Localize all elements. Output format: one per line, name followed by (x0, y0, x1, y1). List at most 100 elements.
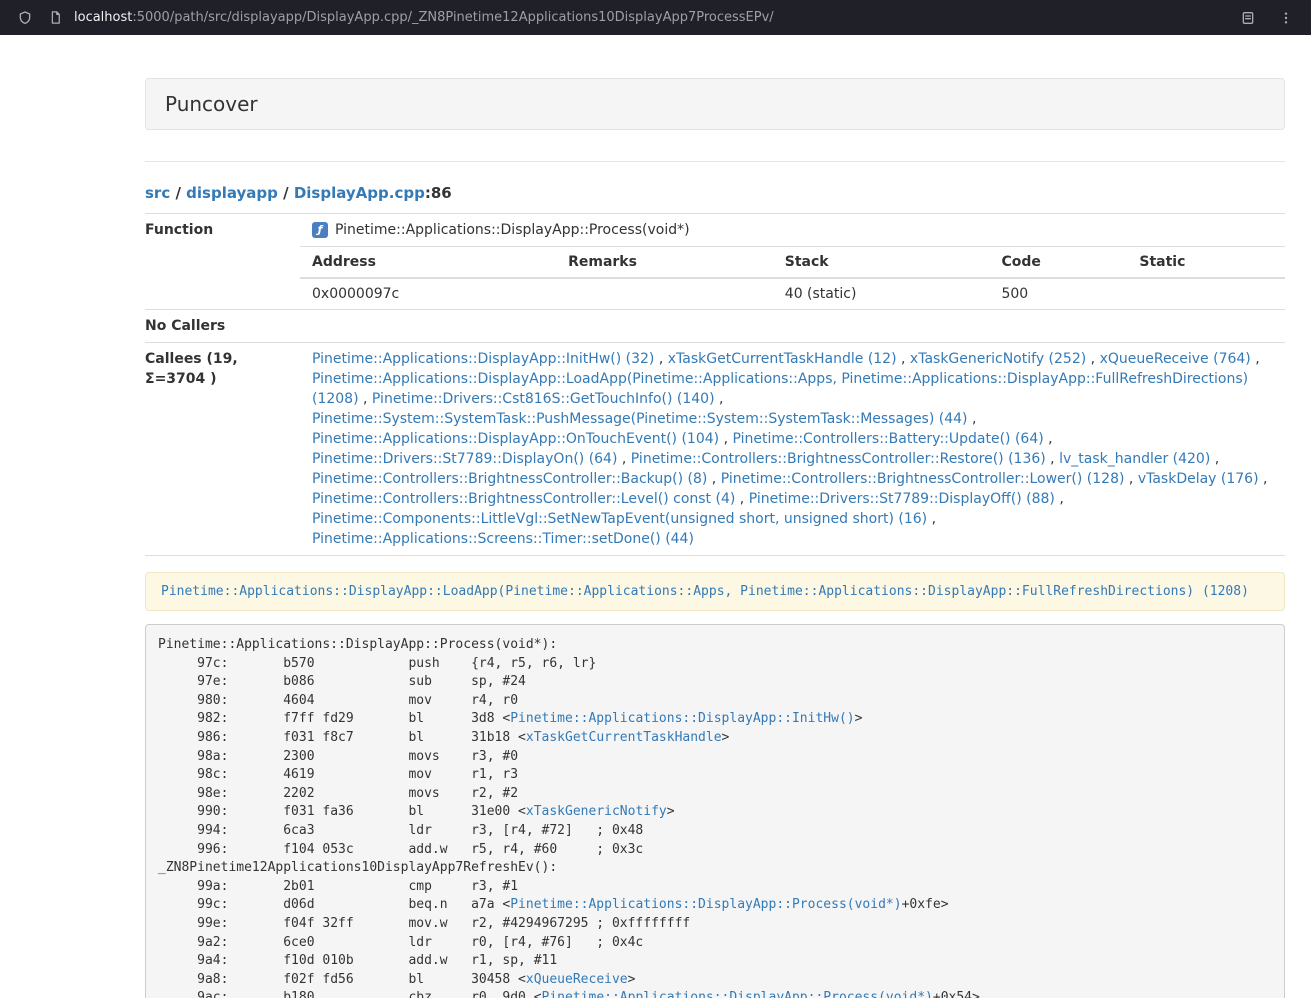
remarks-value (556, 278, 773, 309)
disasm-symbol-link[interactable]: xTaskGetCurrentTaskHandle (526, 730, 722, 745)
callee-link[interactable]: Pinetime::Components::LittleVgl::SetNewT… (312, 511, 927, 527)
callee-separator: , (1210, 451, 1219, 467)
toolbar-right-icons (1221, 7, 1297, 29)
no-callers-label: No Callers (145, 310, 300, 343)
disasm-line: 9a2: 6ce0 ldr r0, [r4, #76] ; 0x4c (158, 934, 1272, 953)
code-value: 500 (989, 278, 1127, 309)
column-address: Address (300, 247, 556, 278)
url-bar[interactable]: localhost:5000/path/src/displayapp/Displ… (74, 10, 1221, 25)
disasm-symbol-link[interactable]: Pinetime::Applications::DisplayApp::Proc… (542, 990, 933, 998)
callee-link[interactable]: lv_task_handler (420) (1059, 451, 1210, 467)
disasm-line: 982: f7ff fd29 bl 3d8 <Pinetime::Applica… (158, 710, 1272, 729)
disasm-line: 98c: 4619 mov r1, r3 (158, 766, 1272, 785)
disasm-line: Pinetime::Applications::DisplayApp::Proc… (158, 636, 1272, 655)
function-icon: ƒ (312, 222, 328, 238)
main-content: Puncover src / displayapp / DisplayApp.c… (145, 78, 1285, 998)
callee-separator: , (1055, 491, 1064, 507)
column-stack: Stack (773, 247, 990, 278)
callee-link[interactable]: xQueueReceive (764) (1100, 351, 1251, 367)
breadcrumb-item-displayapp[interactable]: displayapp (186, 184, 278, 202)
disasm-line: 97e: b086 sub sp, #24 (158, 673, 1272, 692)
address-table: Address Remarks Stack Code Static 0x0000… (300, 247, 1285, 309)
breadcrumb-line-number: :86 (425, 184, 452, 202)
disasm-line: 9a4: f10d 010b add.w r1, sp, #11 (158, 952, 1272, 971)
breadcrumb-item-src[interactable]: src (145, 184, 170, 202)
callee-separator: , (715, 391, 724, 407)
disasm-line: 99a: 2b01 cmp r3, #1 (158, 878, 1272, 897)
divider (145, 161, 1285, 162)
disasm-line: 9ac: b180 cbz r0, 9d0 <Pinetime::Applica… (158, 989, 1272, 998)
breadcrumb-separator: / (278, 184, 294, 202)
page-icon (44, 7, 66, 29)
browser-toolbar: localhost:5000/path/src/displayapp/Displ… (0, 0, 1311, 35)
address-table-header-row: Address Remarks Stack Code Static (300, 247, 1285, 278)
function-name: Pinetime::Applications::DisplayApp::Proc… (335, 220, 690, 240)
stack-value: 40 (static) (773, 278, 990, 309)
callee-separator: , (359, 391, 372, 407)
static-value (1127, 278, 1285, 309)
callee-link[interactable]: Pinetime::Drivers::St7789::DisplayOff() … (749, 491, 1055, 507)
disasm-symbol-link[interactable]: xQueueReceive (526, 972, 628, 987)
disasm-line: 980: 4604 mov r4, r0 (158, 692, 1272, 711)
callee-separator: , (968, 411, 977, 427)
menu-kebab-icon[interactable] (1275, 7, 1297, 29)
disasm-symbol-link[interactable]: Pinetime::Applications::DisplayApp::Proc… (510, 897, 901, 912)
callee-link[interactable]: Pinetime::Controllers::BrightnessControl… (631, 451, 1046, 467)
column-remarks: Remarks (556, 247, 773, 278)
disasm-line: 98e: 2202 movs r2, #2 (158, 785, 1272, 804)
callee-separator: , (1251, 351, 1260, 367)
disasm-line: 990: f031 fa36 bl 31e00 <xTaskGenericNot… (158, 803, 1272, 822)
callee-link[interactable]: Pinetime::Applications::Screens::Timer::… (312, 531, 694, 547)
disasm-symbol-link[interactable]: xTaskGenericNotify (526, 804, 667, 819)
disasm-line: 994: 6ca3 ldr r3, [r4, #72] ; 0x48 (158, 822, 1272, 841)
column-code: Code (989, 247, 1127, 278)
breadcrumb-separator: / (170, 184, 186, 202)
callee-link[interactable]: Pinetime::Applications::DisplayApp::Init… (312, 351, 654, 367)
address-value: 0x0000097c (300, 278, 556, 309)
callee-link[interactable]: xTaskGetCurrentTaskHandle (12) (668, 351, 897, 367)
address-table-row: 0x0000097c 40 (static) 500 (300, 278, 1285, 309)
callee-separator: , (1086, 351, 1099, 367)
column-static: Static (1127, 247, 1285, 278)
callee-separator: , (719, 431, 732, 447)
callee-separator: , (1046, 451, 1059, 467)
url-path: :5000/path/src/displayapp/DisplayApp.cpp… (132, 10, 773, 25)
callee-link[interactable]: Pinetime::Applications::DisplayApp::OnTo… (312, 431, 719, 447)
callee-link[interactable]: vTaskDelay (176) (1138, 471, 1259, 487)
app-header: Puncover (145, 78, 1285, 130)
reader-mode-icon[interactable] (1237, 7, 1259, 29)
breadcrumb-item-file[interactable]: DisplayApp.cpp (294, 184, 425, 202)
breadcrumb: src / displayapp / DisplayApp.cpp:86 (145, 184, 1285, 202)
callee-link[interactable]: Pinetime::Drivers::Cst816S::GetTouchInfo… (372, 391, 715, 407)
shield-icon[interactable] (14, 7, 36, 29)
disasm-line: 99c: d06d beq.n a7a <Pinetime::Applicati… (158, 896, 1272, 915)
browser-window: localhost:5000/path/src/displayapp/Displ… (0, 0, 1311, 998)
callee-separator: , (1044, 431, 1053, 447)
callee-separator: , (1124, 471, 1137, 487)
callees-list: Pinetime::Applications::DisplayApp::Init… (300, 343, 1285, 556)
function-label: Function (145, 214, 300, 310)
callee-link[interactable]: Pinetime::Controllers::BrightnessControl… (312, 491, 735, 507)
callee-separator: , (617, 451, 630, 467)
function-name-row: ƒ Pinetime::Applications::DisplayApp::Pr… (300, 214, 1285, 247)
callee-link[interactable]: Pinetime::Controllers::BrightnessControl… (312, 471, 707, 487)
function-row: Function ƒ Pinetime::Applications::Displ… (145, 214, 1285, 310)
callee-separator: , (897, 351, 910, 367)
disasm-symbol-link[interactable]: Pinetime::Applications::DisplayApp::Init… (510, 711, 854, 726)
callee-separator: , (735, 491, 748, 507)
callee-link[interactable]: Pinetime::Drivers::St7789::DisplayOn() (… (312, 451, 617, 467)
callee-link[interactable]: Pinetime::System::SystemTask::PushMessag… (312, 411, 968, 427)
callee-separator: , (654, 351, 667, 367)
disasm-line: 986: f031 f8c7 bl 31b18 <xTaskGetCurrent… (158, 729, 1272, 748)
disasm-line: 9a8: f02f fd56 bl 30458 <xQueueReceive> (158, 971, 1272, 990)
callee-separator: , (1259, 471, 1268, 487)
callees-label: Callees (19, Σ=3704 ) (145, 343, 300, 556)
selected-symbol-link[interactable]: Pinetime::Applications::DisplayApp::Load… (145, 572, 1285, 611)
callee-link[interactable]: xTaskGenericNotify (252) (910, 351, 1086, 367)
disasm-line: 996: f104 053c add.w r5, r4, #60 ; 0x3c (158, 841, 1272, 860)
callee-separator: , (707, 471, 720, 487)
disasm-line: 97c: b570 push {r4, r5, r6, lr} (158, 655, 1272, 674)
callee-link[interactable]: Pinetime::Controllers::BrightnessControl… (721, 471, 1125, 487)
callee-link[interactable]: Pinetime::Controllers::Battery::Update()… (732, 431, 1043, 447)
callee-separator: , (927, 511, 936, 527)
